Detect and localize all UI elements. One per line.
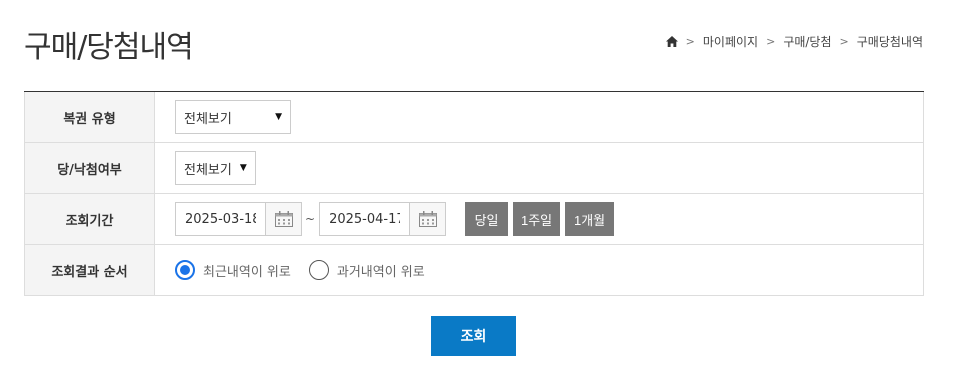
row-lottery-type: 복권 유형 전체보기 ▼ <box>24 92 924 143</box>
order-option-past[interactable]: 과거내역이 위로 <box>308 260 425 280</box>
win-status-label: 당/낙첨여부 <box>24 143 155 193</box>
lottery-type-label: 복권 유형 <box>24 92 155 142</box>
breadcrumb-item-mypage[interactable]: 마이페이지 <box>703 33 758 50</box>
period-1week-button[interactable]: 1주일 <box>513 202 561 236</box>
order-option-recent[interactable]: 최근내역이 위로 <box>175 260 291 280</box>
search-button[interactable]: 조회 <box>431 316 516 356</box>
order-option-past-label: 과거내역이 위로 <box>336 264 425 280</box>
breadcrumb-separator: > <box>839 35 849 48</box>
row-order: 조회결과 순서 최근내역이 위로 과거내역이 위로 <box>24 245 924 296</box>
calendar-icon[interactable] <box>265 203 301 235</box>
row-win-status: 당/낙첨여부 전체보기 ▼ <box>24 143 924 194</box>
lottery-type-value: 전체보기 <box>184 111 232 127</box>
breadcrumb: > 마이페이지 > 구매/당첨 > 구매당첨내역 <box>665 33 923 50</box>
search-form-table: 복권 유형 전체보기 ▼ 당/낙첨여부 전체보기 ▼ 조회기간 2025-03-… <box>24 91 924 296</box>
page-title: 구매/당첨내역 <box>24 30 194 65</box>
row-period: 조회기간 ~ <box>24 194 924 245</box>
end-date-input[interactable] <box>320 203 410 235</box>
calendar-icon[interactable] <box>409 203 446 235</box>
order-option-recent-label: 최근내역이 위로 <box>203 264 291 280</box>
period-1month-button[interactable]: 1개월 <box>565 202 615 236</box>
date-range-tilde: ~ <box>305 212 316 226</box>
win-status-select[interactable]: 전체보기 ▼ <box>175 151 256 185</box>
start-date-input[interactable] <box>176 203 265 235</box>
radio-unchecked-icon[interactable] <box>308 260 329 280</box>
breadcrumb-separator: > <box>766 35 776 48</box>
order-label: 조회결과 순서 <box>24 245 155 295</box>
home-icon[interactable] <box>665 36 678 47</box>
period-label: 조회기간 <box>24 194 155 244</box>
lottery-type-select[interactable]: 전체보기 ▼ <box>175 100 291 134</box>
breadcrumb-separator: > <box>685 35 695 48</box>
breadcrumb-item-current: 구매당첨내역 <box>856 35 923 49</box>
radio-checked-icon[interactable] <box>175 260 195 280</box>
win-status-value: 전체보기 <box>184 162 232 178</box>
end-date-box <box>319 202 447 236</box>
period-today-button[interactable]: 당일 <box>465 202 509 236</box>
start-date-box <box>175 202 302 236</box>
caret-down-icon: ▼ <box>275 112 282 122</box>
breadcrumb-item-purchase[interactable]: 구매/당첨 <box>783 33 831 50</box>
caret-down-icon: ▼ <box>239 163 247 173</box>
